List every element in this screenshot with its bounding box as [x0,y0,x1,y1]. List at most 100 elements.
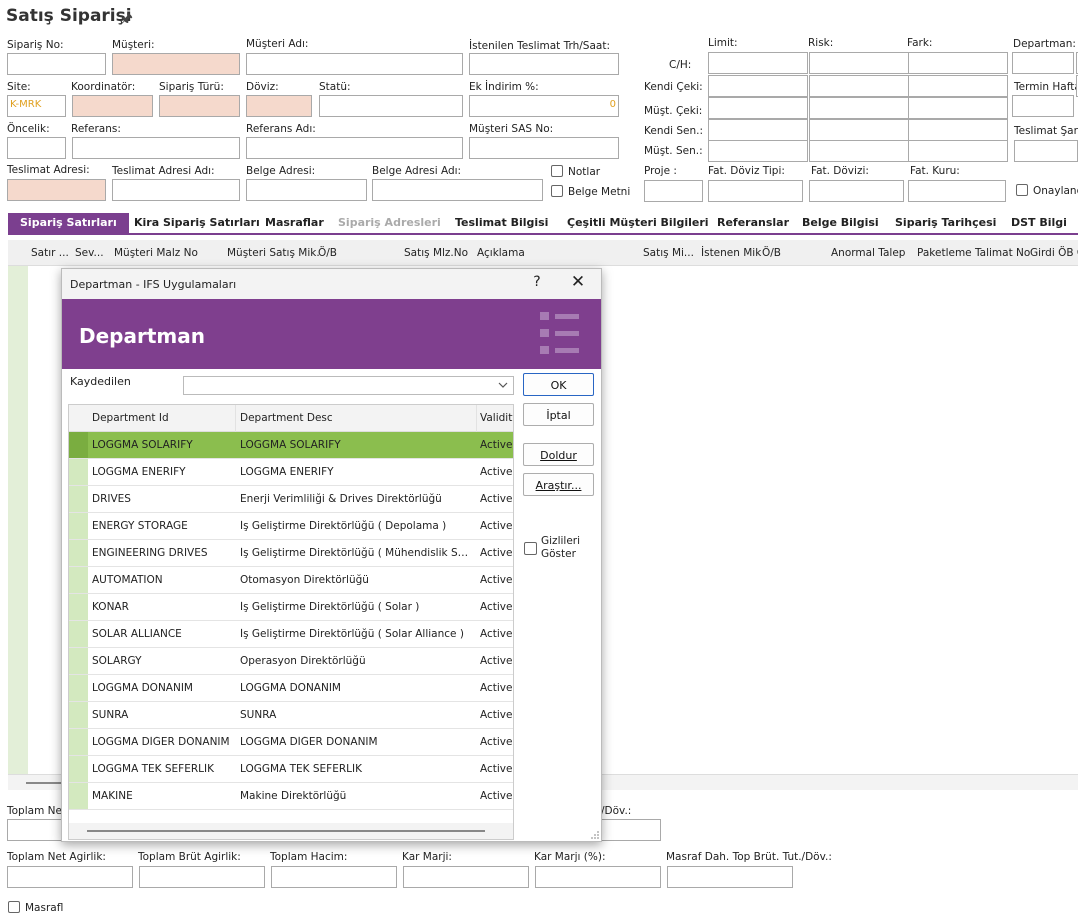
dov-field[interactable] [601,819,661,841]
inv-fx-type-field[interactable] [708,180,803,202]
col-abnormal-demand[interactable]: Anormal Talep [831,247,905,259]
cust-bond-field-1[interactable] [708,140,808,162]
total-net-field[interactable] [7,819,67,841]
row-selector[interactable] [69,702,88,728]
table-row[interactable]: SOLARGY Operasyon Direktörlüğü Active [69,648,513,675]
grid-scroll-thumb[interactable] [26,782,66,784]
table-scroll-thumb[interactable] [87,830,485,832]
own-check-field-1[interactable] [708,75,808,97]
margin-pct-field[interactable] [535,866,661,888]
margin-field[interactable] [403,866,529,888]
tab-document-info[interactable]: Belge Bilgisi [802,213,879,233]
inv-currency-field[interactable] [809,180,904,202]
row-selector[interactable] [69,648,88,674]
tab-rental-lines[interactable]: Kira Sipariş Satırları [134,213,260,233]
order-type-field[interactable] [159,95,240,117]
own-bond-field-3[interactable] [908,119,1008,141]
table-row[interactable]: LOGGMA SOLARIFY LOGGMA SOLARIFY Active [69,432,513,459]
pin-icon[interactable]: 🖈 [120,8,133,32]
doc-address-field[interactable] [246,179,367,201]
search-button[interactable]: Araştır... [523,473,594,496]
resize-grip-icon[interactable] [590,830,600,840]
cost-checkbox[interactable] [8,901,20,913]
column-divider[interactable] [235,405,236,432]
col-cust-part-no[interactable]: Müşteri Malz No [114,247,198,259]
row-selector[interactable] [69,621,88,647]
cost-incl-field[interactable] [667,866,793,888]
table-row[interactable]: KONAR İş Geliştirme Direktörlüğü ( Solar … [69,594,513,621]
table-horizontal-scrollbar[interactable] [69,823,513,839]
delivery-address-field[interactable] [7,179,106,201]
table-row[interactable]: MAKINE Makine Direktörlüğü Active [69,783,513,810]
tab-order-addresses[interactable]: Sipariş Adresleri [338,213,441,233]
priority-field[interactable] [7,137,66,159]
ok-button[interactable]: OK [523,373,594,396]
row-selector[interactable] [69,756,88,782]
row-selector[interactable] [69,675,88,701]
col-line[interactable]: Satır ... [31,247,69,259]
delivery-terms-field[interactable] [1014,140,1078,162]
col-uom-2[interactable]: Ö/B [762,247,781,259]
col-requested-qty[interactable]: İstenen Mik [701,247,761,259]
own-check-field-2[interactable] [809,75,909,97]
row-selector[interactable] [69,567,88,593]
col-description[interactable]: Açıklama [477,247,525,259]
tab-order-history[interactable]: Sipariş Tarihçesi [895,213,996,233]
row-selector[interactable] [69,783,88,809]
inv-rate-field[interactable] [908,180,1006,202]
site-field[interactable]: K-MRK [7,95,66,117]
row-selector[interactable] [69,729,88,755]
customer-field[interactable] [112,53,240,75]
doc-address-name-field[interactable] [372,179,543,201]
tab-delivery-info[interactable]: Teslimat Bilgisi [455,213,548,233]
saved-search-dropdown[interactable] [183,376,514,395]
risk-field[interactable] [809,52,909,74]
row-selector[interactable] [69,540,88,566]
coordinator-field[interactable] [72,95,153,117]
customer-name-field[interactable] [246,53,463,75]
row-selector[interactable] [69,594,88,620]
table-row[interactable]: ENGINEERING DRIVES İş Geliştirme Direktör… [69,540,513,567]
project-field[interactable] [644,180,703,202]
gross-weight-field[interactable] [139,866,265,888]
table-row[interactable]: SOLAR ALLIANCE İş Geliştirme Direktörlüğü… [69,621,513,648]
show-hidden-checkbox[interactable] [524,542,537,555]
reference-field[interactable] [72,137,240,159]
cust-check-field-3[interactable] [908,97,1008,119]
tab-order-lines[interactable]: Sipariş Satırları [8,213,129,233]
help-icon[interactable]: ? [530,274,544,290]
tab-dst-info[interactable]: DST Bilgi [1011,213,1067,233]
requested-delivery-field[interactable] [469,53,619,75]
col-department-desc[interactable]: Department Desc [240,412,333,424]
extra-discount-field[interactable]: 0 [469,95,619,117]
table-row[interactable]: LOGGMA TEK SEFERLİK LOGGMA TEK SEFERLİK Ac… [69,756,513,783]
department-field[interactable] [1012,52,1074,74]
diff-field[interactable] [908,52,1008,74]
fill-button[interactable]: Doldur [523,443,594,466]
col-sales-part-no[interactable]: Satış Mlz.No [404,247,468,259]
tab-misc-customer-info[interactable]: Çeşitli Müşteri Bilgileri [567,213,709,233]
col-rel[interactable]: Sev... [75,247,104,259]
col-validity[interactable]: Validity [480,412,513,424]
cust-check-field-2[interactable] [809,97,909,119]
table-row[interactable]: LOGGMA DONANIM LOGGMA DONANIM Active [69,675,513,702]
order-no-field[interactable] [7,53,106,75]
cust-bond-field-3[interactable] [908,140,1008,162]
currency-field[interactable] [246,95,312,117]
own-check-field-3[interactable] [908,75,1008,97]
col-department-id[interactable]: Department Id [92,412,169,424]
table-row[interactable]: DRIVES Enerji Verimliliği & Drives Direkt… [69,486,513,513]
table-row[interactable]: ENERGY STORAGE İş Geliştirme Direktörlüğü… [69,513,513,540]
status-field[interactable] [319,95,463,117]
dialog-titlebar[interactable]: Departman - IFS Uygulamaları ? ✕ [62,269,601,299]
tab-references[interactable]: Referanslar [717,213,789,233]
close-icon[interactable]: ✕ [570,272,586,292]
row-selector[interactable] [69,459,88,485]
col-sales-qty[interactable]: Satış Mi... [643,247,694,259]
net-weight-field[interactable] [7,866,133,888]
column-divider[interactable] [476,405,477,432]
reference-name-field[interactable] [246,137,463,159]
table-row[interactable]: SUNRA SUNRA Active [69,702,513,729]
volume-field[interactable] [271,866,397,888]
customer-sas-field[interactable] [469,137,619,159]
